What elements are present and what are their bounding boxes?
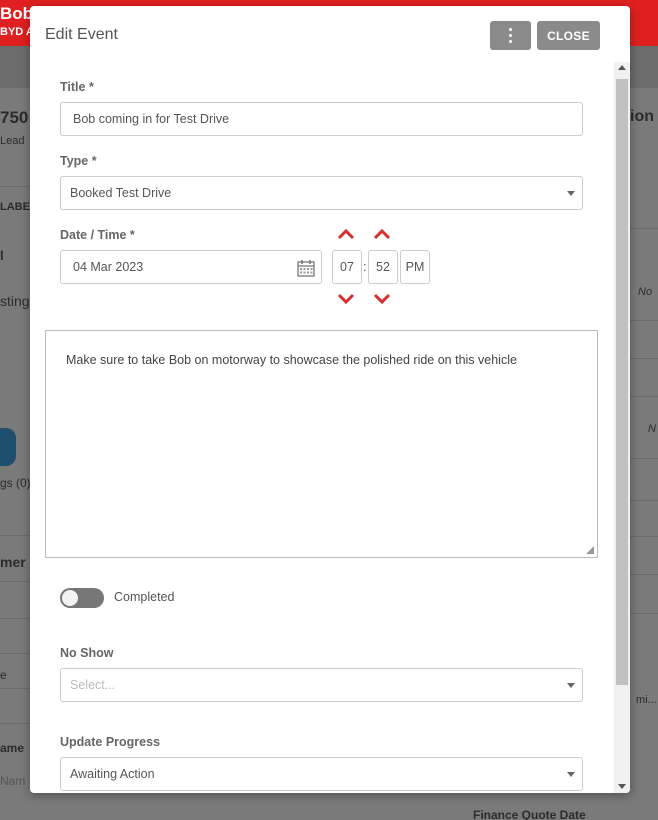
bg-fragment: Nam [0, 774, 26, 788]
scroll-thumb[interactable] [616, 79, 628, 685]
caret-down-icon [567, 191, 575, 196]
app-header-subtitle: BYD A [0, 26, 34, 38]
bg-fragment: gs (0) [0, 476, 31, 490]
update-progress-label: Update Progress [60, 735, 161, 749]
notes-text: Make sure to take Bob on motorway to sho… [66, 353, 517, 367]
app-header-title: Bob [0, 4, 34, 23]
type-select-value: Booked Test Drive [70, 186, 172, 200]
bg-fragment: sting [0, 293, 30, 309]
bg-fragment: N [648, 423, 656, 435]
bg-fragment: Lead [0, 135, 25, 147]
minute-decrement-chevron-down-icon[interactable] [372, 292, 392, 306]
type-select[interactable]: Booked Test Drive [60, 176, 583, 210]
datetime-label: Date / Time * [60, 228, 135, 242]
hour-increment-chevron-up-icon[interactable] [336, 227, 356, 241]
completed-toggle[interactable] [60, 588, 104, 608]
notes-textarea[interactable]: Make sure to take Bob on motorway to sho… [45, 330, 598, 558]
hour-input[interactable]: 07 [332, 250, 362, 284]
scroll-down-arrow-icon[interactable] [618, 784, 626, 789]
modal-title: Edit Event [45, 26, 118, 43]
bg-fragment: ame [0, 741, 25, 755]
edit-event-modal: Edit Event CLOSE Title * Type * Booked T… [30, 6, 630, 793]
title-input[interactable] [60, 102, 583, 136]
toggle-knob [62, 590, 78, 606]
bg-fragment: Finance Quote Date [473, 808, 586, 820]
bg-fragment: 750 [0, 108, 29, 127]
bg-fragment: mi... [636, 694, 657, 706]
caret-down-icon [567, 683, 575, 688]
resize-grip-icon[interactable] [586, 546, 594, 554]
meridiem-toggle[interactable]: PM [400, 250, 430, 284]
calendar-icon[interactable] [297, 259, 315, 277]
completed-label: Completed [114, 590, 175, 604]
modal-scrollbar[interactable] [614, 62, 630, 793]
bg-fragment: mer [0, 554, 26, 570]
minute-input[interactable]: 52 [368, 250, 398, 284]
modal-header: Edit Event CLOSE [30, 6, 630, 62]
time-separator: : [363, 259, 367, 274]
modal-body: Title * Type * Booked Test Drive Date / … [30, 62, 614, 793]
hour-decrement-chevron-down-icon[interactable] [336, 292, 356, 306]
kebab-vertical-icon [509, 28, 512, 31]
scroll-up-arrow-icon[interactable] [618, 65, 626, 70]
type-label: Type * [60, 154, 97, 168]
no-show-placeholder: Select... [70, 678, 116, 692]
bg-fragment: l [0, 248, 4, 263]
no-show-label: No Show [60, 646, 114, 660]
close-button[interactable]: CLOSE [537, 21, 600, 50]
update-progress-select[interactable]: Awaiting Action [60, 757, 583, 791]
caret-down-icon [567, 772, 575, 777]
update-progress-value: Awaiting Action [70, 767, 155, 781]
bg-fragment: ion [630, 108, 654, 125]
title-label: Title * [60, 80, 94, 94]
bg-fragment: e [0, 668, 7, 682]
date-input[interactable]: 04 Mar 2023 [60, 250, 322, 284]
no-show-select[interactable]: Select... [60, 668, 583, 702]
date-value: 04 Mar 2023 [73, 260, 144, 274]
bg-fragment: No [638, 286, 653, 298]
vehicle-thumbnail [0, 428, 16, 466]
more-options-button[interactable] [490, 21, 531, 50]
minute-increment-chevron-up-icon[interactable] [372, 227, 392, 241]
